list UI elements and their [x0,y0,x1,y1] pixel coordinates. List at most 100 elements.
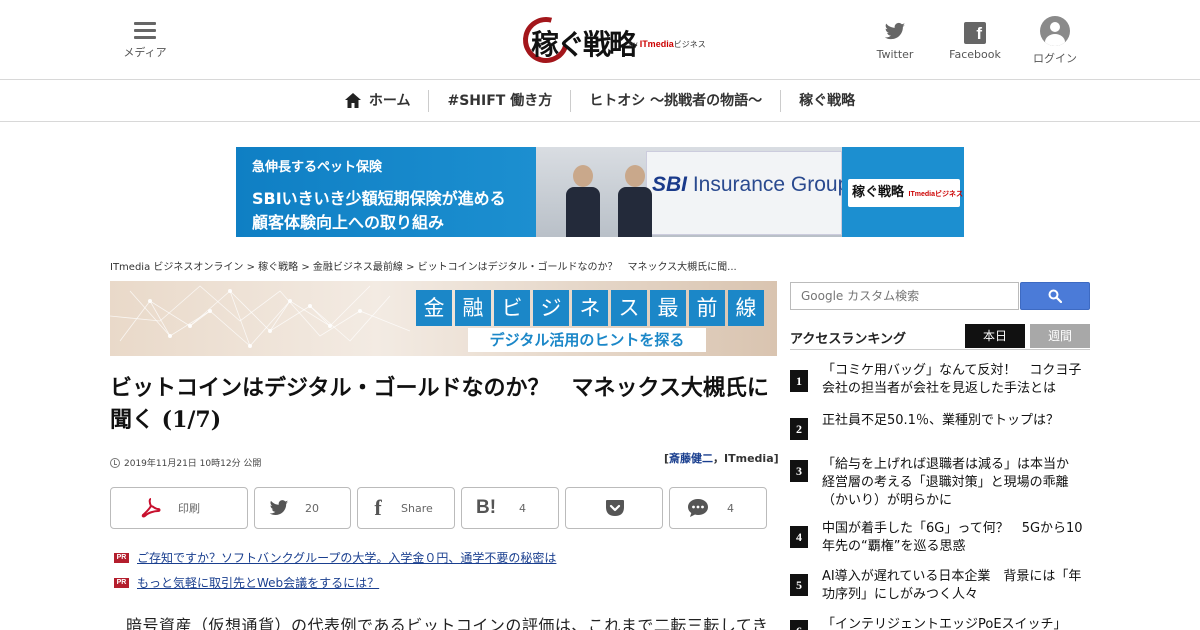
pr-link[interactable]: もっと気軽に取引先とWeb会議をするには？ [137,574,379,591]
series-title-char: 最 [650,290,686,326]
site-header: メディア 稼ぐ戦略 by ITmediaビジネス Twitter f Faceb… [0,0,1200,80]
pr-item: PR ご存知ですか？ソフトバンクグループの大学。入学金０円、通学不要の秘密は [114,549,556,566]
ad-photo: SBI Insurance Group [536,147,849,237]
ad-person [618,165,652,237]
ad-person [566,165,600,237]
print-button[interactable]: 印刷 [110,487,248,529]
ad-copy-line-2: 顧客体験向上への取り組み [252,213,445,232]
logo-text: 稼ぐ戦略 [531,28,637,61]
hatena-b-icon: B! [475,497,497,518]
pocket-icon [603,496,627,520]
rank-number: 6 [790,620,808,630]
ad-headline: 急伸長するペット保険 [252,160,383,175]
main-nav: ホーム #SHIFT 働き方 ヒトオシ ～挑戦者の物語～ 稼ぐ戦略 [0,80,1200,122]
twitter-label: Twitter [876,48,914,61]
login-label: ログイン [1033,52,1077,65]
rank-headline: 正社員不足50.1％、業種別でトップは？ [822,413,1059,428]
login-button[interactable]: ログイン [1028,16,1082,66]
article-title: ビットコインはデジタル・ゴールドなのか？ マネックス大槻氏に聞く (1/7) [110,375,769,433]
tweet-count: 20 [305,501,319,515]
custom-search-input[interactable] [790,282,1019,310]
ad-copy-line-1: SBIいきいき少額短期保険が進める [252,189,506,208]
ad-mini-logo: 稼ぐ戦略 ITmediaビジネス [848,179,963,207]
publish-date-text: 2019年11月21日 10時12分 公開 [124,459,262,469]
rank-number: 4 [790,526,808,548]
nav-item-shift[interactable]: #SHIFT 働き方 [429,89,572,112]
author-link[interactable]: 斎藤健二 [669,452,713,465]
twitter-icon [884,22,906,44]
rank-headline: 中国が着手した「6G」って何？ 5Gから10年先の“覇権”を巡る思惑 [822,521,1083,554]
ranking-item[interactable]: 3 「給与を上げれば退職者は減る」は本当か 経営層の考える「退職対策」と現場の乖… [790,456,1090,512]
logo-byline: by ITmediaビジネス [629,39,706,49]
ad-banner[interactable]: 急伸長するペット保険 SBIいきいき少額短期保険が進める 顧客体験向上への取り組… [236,147,964,237]
nav-item-hitooshi[interactable]: ヒトオシ ～挑戦者の物語～ [571,89,782,112]
tweet-button[interactable]: 20 [254,487,351,529]
share-bar: 印刷 20 f Share B! 4 4 [110,487,777,529]
rank-number: 3 [790,460,808,482]
tab-today[interactable]: 本日 [965,324,1025,348]
ranking-title: アクセスランキング [790,332,906,347]
nav-item-label: ヒトオシ ～挑戦者の物語～ [589,92,763,109]
pdf-print-icon [139,496,163,520]
series-title-char: ネ [572,290,608,326]
rank-number: 5 [790,574,808,596]
breadcrumb-link[interactable]: 稼ぐ戦略 [258,262,298,273]
ad-text-panel: 急伸長するペット保険 SBIいきいき少額短期保険が進める 顧客体験向上への取り組… [236,147,536,237]
facebook-f-icon: f [374,495,382,520]
ranking-item[interactable]: 6 「インテリジェントエッジPoEスイッチ」 [790,616,1090,630]
search-icon [1048,289,1062,303]
series-title-char: ジ [533,290,569,326]
pr-link[interactable]: ご存知ですか？ソフトバンクグループの大学。入学金０円、通学不要の秘密は [137,549,556,566]
nav-item-home[interactable]: ホーム [327,89,430,112]
user-avatar-icon [1040,16,1070,46]
comment-icon [686,496,710,520]
series-title: 金 融 ビ ジ ネ ス 最 前 線 [416,290,767,326]
rank-number: 1 [790,370,808,392]
site-logo[interactable]: 稼ぐ戦略 by ITmediaビジネス [514,8,706,72]
breadcrumb-link[interactable]: 金融ビジネス最前線 [313,262,403,273]
search-button[interactable] [1020,282,1090,310]
breadcrumb: ITmedia ビジネスオンライン > 稼ぐ戦略 > 金融ビジネス最前線 > ビ… [110,262,737,273]
facebook-icon: f [964,22,986,44]
ad-sign-text: SBI Insurance Group [652,173,850,196]
ranking-item[interactable]: 2 正社員不足50.1％、業種別でトップは？ [790,412,1090,440]
hatena-bookmark-button[interactable]: B! 4 [461,487,559,529]
ranking-item[interactable]: 5 AI導入が遅れている日本企業 背景には「年功序列」にしがみつく人々 [790,568,1090,606]
pr-item: PR もっと気軽に取引先とWeb会議をするには？ [114,574,379,591]
rank-headline: 「コミケ用バッグ」なんて反対！ コクヨ子会社の担当者が会社を見返した手法とは [822,363,1082,396]
series-banner[interactable]: 金 融 ビ ジ ネ ス 最 前 線 デジタル活用のヒントを探る [110,281,777,356]
breadcrumb-current: ビットコインはデジタル・ゴールドなのか？ マネックス大槻氏に聞... [417,262,737,273]
media-menu-button[interactable]: メディア [120,18,170,60]
hatena-count: 4 [519,501,526,515]
ranking-item[interactable]: 4 中国が着手した「6G」って何？ 5Gから10年先の“覇権”を巡る思惑 [790,520,1090,558]
twitter-icon [267,496,291,520]
rank-headline: 「給与を上げれば退職者は減る」は本当か 経営層の考える「退職対策」と現場の乖離（… [822,457,1083,508]
series-title-char: 融 [455,290,491,326]
ranking-item[interactable]: 1 「コミケ用バッグ」なんて反対！ コクヨ子会社の担当者が会社を見返した手法とは [790,362,1090,400]
publish-date: 2019年11月21日 10時12分 公開 [110,456,261,469]
author-byline: [斎藤健二，ITmedia] [664,452,779,465]
article-body-first-line: 暗号資産（仮想通貨）の代表例であるビットコインの評価は、これまで二転三転してき [126,616,769,630]
tab-weekly[interactable]: 週間 [1030,324,1090,348]
breadcrumb-link[interactable]: ITmedia ビジネスオンライン [110,262,243,273]
clock-icon [110,457,120,468]
facebook-label: Facebook [949,48,1001,61]
twitter-link[interactable]: Twitter [870,18,920,61]
pocket-button[interactable] [565,487,663,529]
rank-number: 2 [790,418,808,440]
nav-item-kasegu[interactable]: 稼ぐ戦略 [781,90,873,112]
series-title-char: 線 [728,290,764,326]
print-label: 印刷 [178,502,200,515]
facebook-share-button[interactable]: f Share [357,487,455,529]
nav-item-label: ホーム [368,92,411,109]
series-title-char: 前 [689,290,725,326]
ad-logo-panel: 稼ぐ戦略 ITmediaビジネス [842,147,964,237]
series-title-char: ス [611,290,647,326]
rank-headline: AI導入が遅れている日本企業 背景には「年功序列」にしがみつく人々 [822,569,1082,602]
comment-button[interactable]: 4 [669,487,767,529]
series-title-char: 金 [416,290,452,326]
ranking-divider [790,349,1090,350]
facebook-link[interactable]: f Facebook [946,18,1004,61]
nav-item-label: #SHIFT 働き方 [447,92,553,109]
home-icon [344,93,361,108]
